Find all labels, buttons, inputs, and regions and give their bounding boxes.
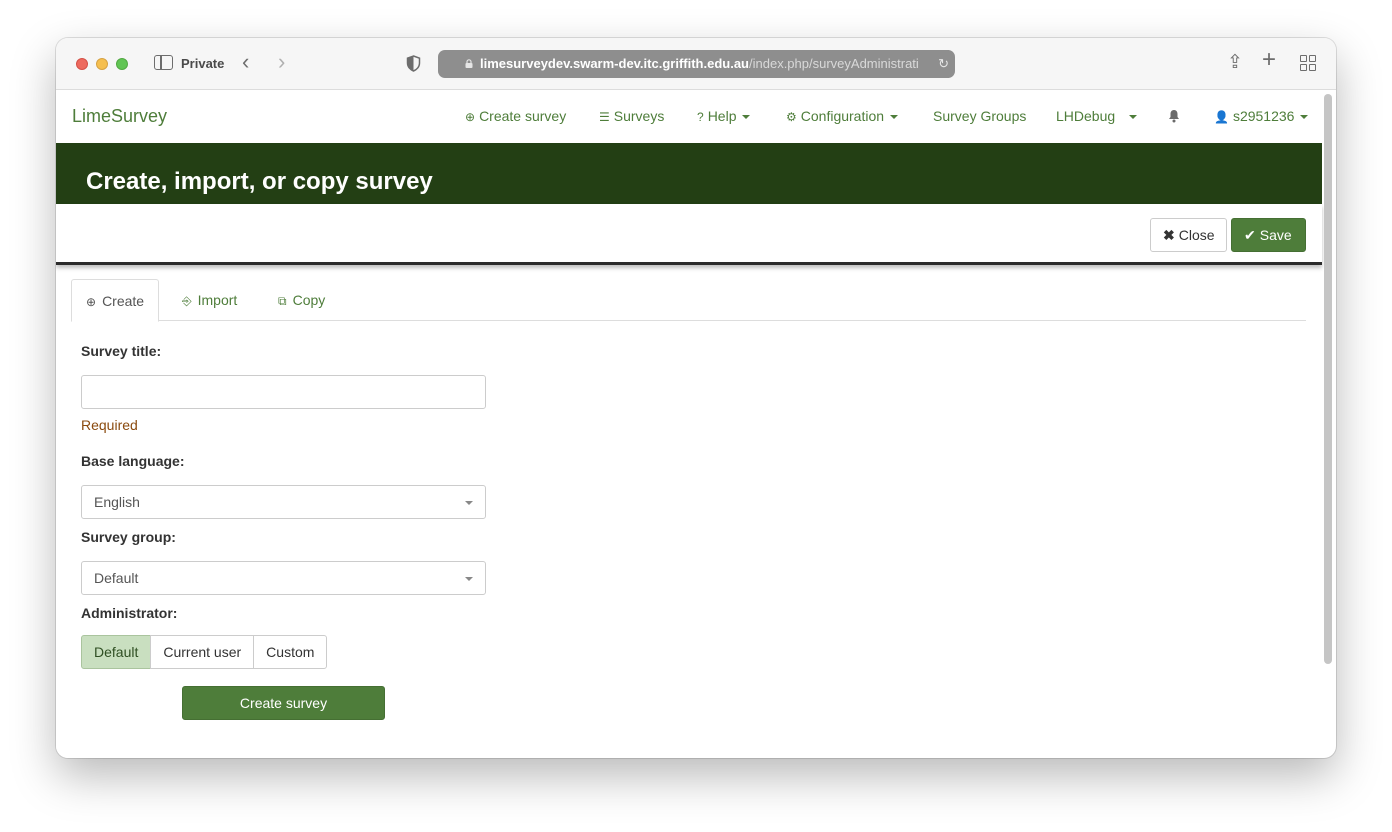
nav-configuration[interactable]: ⚙ Configuration xyxy=(786,108,899,124)
nav-surveys[interactable]: ☰ Surveys xyxy=(599,108,664,124)
base-language-select[interactable]: English xyxy=(81,485,486,519)
survey-group-label: Survey group: xyxy=(81,529,176,545)
caret-down-icon xyxy=(890,115,899,120)
tab-import-label: Import xyxy=(197,292,238,308)
nav-create-survey-label: Create survey xyxy=(479,108,567,124)
chevron-down-icon xyxy=(465,501,473,505)
administrator-label: Administrator: xyxy=(81,605,178,621)
survey-title-input[interactable] xyxy=(81,375,486,409)
plus-circle-icon: ⊕ xyxy=(465,110,476,124)
page-content: LimeSurvey ⊕ Create survey ☰ Surveys ? Help… xyxy=(56,91,1322,758)
private-mode-label: Private xyxy=(181,56,225,71)
tab-create[interactable]: ⊕ Create xyxy=(71,279,160,322)
lock-icon xyxy=(465,59,473,68)
nav-debug[interactable]: LHDebug xyxy=(1056,108,1138,124)
administrator-button-group: Default Current user Custom xyxy=(81,635,328,669)
caret-down-icon xyxy=(1300,115,1309,120)
plus-circle-icon: ⊕ xyxy=(86,295,97,309)
new-tab-icon[interactable]: + xyxy=(1262,48,1276,72)
browser-toolbar: Private ‹ › limesurveydev.swarm-dev.itc.… xyxy=(56,38,1336,90)
caret-down-icon xyxy=(1129,115,1138,120)
browser-window: Private ‹ › limesurveydev.swarm-dev.itc.… xyxy=(56,38,1336,758)
nav-configuration-label: Configuration xyxy=(800,108,885,124)
close-x-icon: ✖ xyxy=(1163,227,1175,243)
base-language-value: English xyxy=(94,494,140,510)
nav-debug-label: LHDebug xyxy=(1056,108,1116,124)
nav-user-menu[interactable]: 👤 s2951236 xyxy=(1214,108,1309,124)
base-language-label: Base language: xyxy=(81,453,185,469)
url-host: limesurveydev.swarm-dev.itc.griffith.edu… xyxy=(480,56,749,71)
chevron-down-icon xyxy=(465,577,473,581)
page-header-banner: Create, import, or copy survey xyxy=(56,143,1322,204)
nav-user-label: s2951236 xyxy=(1232,108,1295,124)
notifications-bell-icon[interactable] xyxy=(1168,108,1180,124)
reload-icon[interactable]: ↻ xyxy=(935,50,949,78)
nav-create-survey[interactable]: ⊕ Create survey xyxy=(465,108,566,124)
admin-custom-button[interactable]: Custom xyxy=(253,635,328,669)
nav-help[interactable]: ? Help xyxy=(697,108,751,124)
close-button[interactable]: ✖ Close xyxy=(1150,218,1227,252)
page-scrollbar[interactable] xyxy=(1324,94,1332,664)
minimize-window-button[interactable] xyxy=(96,58,108,70)
check-icon: ✔ xyxy=(1244,227,1256,243)
save-button-label: Save xyxy=(1259,227,1292,243)
tab-import[interactable]: ⎆ Import xyxy=(168,279,251,321)
import-icon: ⎆ xyxy=(182,294,192,308)
forward-arrow-icon[interactable]: › xyxy=(278,51,285,73)
survey-group-value: Default xyxy=(94,570,139,586)
url-path: /index.php/surveyAdministrati xyxy=(749,56,919,71)
close-button-label: Close xyxy=(1178,227,1215,243)
survey-mode-tabs: ⊕ Create ⎆ Import ⧉ Copy xyxy=(71,279,1306,322)
caret-down-icon xyxy=(742,115,751,120)
survey-group-select[interactable]: Default xyxy=(81,561,486,595)
sidebar-toggle-icon[interactable] xyxy=(154,55,173,70)
close-window-button[interactable] xyxy=(76,58,88,70)
top-navbar: LimeSurvey ⊕ Create survey ☰ Surveys ? Help… xyxy=(56,91,1322,143)
gears-icon: ⚙ xyxy=(786,110,797,124)
copy-icon: ⧉ xyxy=(278,294,287,308)
tab-create-label: Create xyxy=(102,293,145,309)
brand-logo[interactable]: LimeSurvey xyxy=(72,106,167,127)
nav-survey-groups[interactable]: Survey Groups xyxy=(933,108,1026,124)
shield-icon[interactable] xyxy=(406,55,421,72)
admin-current-user-button[interactable]: Current user xyxy=(150,635,255,669)
share-icon[interactable]: ⇪ xyxy=(1227,53,1243,73)
survey-title-label: Survey title: xyxy=(81,343,162,359)
page-title: Create, import, or copy survey xyxy=(86,168,433,195)
user-icon: 👤 xyxy=(1214,110,1229,124)
tab-copy[interactable]: ⧉ Copy xyxy=(264,279,339,321)
question-circle-icon: ? xyxy=(697,110,704,124)
back-arrow-icon[interactable]: ‹ xyxy=(242,51,249,73)
zoom-window-button[interactable] xyxy=(116,58,128,70)
save-button[interactable]: ✔ Save xyxy=(1231,218,1306,252)
address-bar[interactable]: limesurveydev.swarm-dev.itc.griffith.edu… xyxy=(438,50,955,78)
nav-surveys-label: Surveys xyxy=(613,108,665,124)
tab-overview-icon[interactable] xyxy=(1300,55,1316,71)
action-toolbar: ✖ Close ✔ Save xyxy=(56,204,1322,265)
tab-copy-label: Copy xyxy=(292,292,326,308)
required-hint: Required xyxy=(81,417,138,433)
admin-default-button[interactable]: Default xyxy=(81,635,152,669)
create-survey-button[interactable]: Create survey xyxy=(182,686,385,720)
list-icon: ☰ xyxy=(599,110,610,124)
nav-help-label: Help xyxy=(707,108,737,124)
